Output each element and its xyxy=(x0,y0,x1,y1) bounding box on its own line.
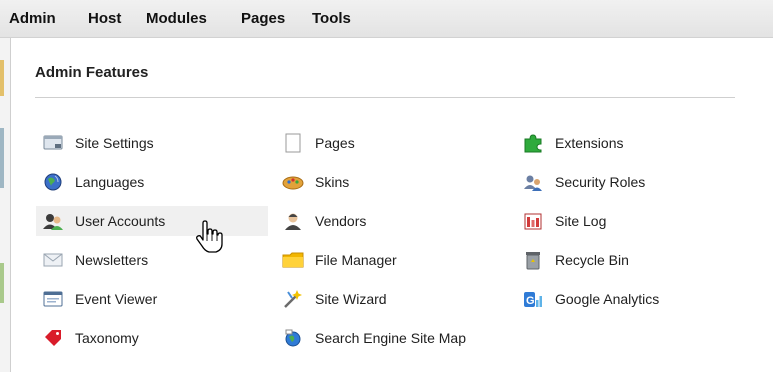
feature-label: Vendors xyxy=(315,213,367,229)
feature-site-settings[interactable]: Site Settings xyxy=(36,128,268,158)
feature-label: Google Analytics xyxy=(555,291,660,307)
admin-features-dropdown xyxy=(10,38,773,372)
event-viewer-icon xyxy=(42,288,64,310)
feature-label: Search Engine Site Map xyxy=(315,330,466,346)
feature-user-accounts[interactable]: User Accounts xyxy=(36,206,268,236)
folder-icon xyxy=(282,249,304,271)
feature-label: Pages xyxy=(315,135,355,151)
feature-label: Site Settings xyxy=(75,135,154,151)
panel-title: Admin Features xyxy=(35,64,149,81)
menu-host[interactable]: Host xyxy=(88,0,121,38)
hand-cursor-icon xyxy=(196,220,223,253)
menu-modules[interactable]: Modules xyxy=(146,0,207,38)
feature-file-manager[interactable]: File Manager xyxy=(276,245,516,275)
languages-globe-icon xyxy=(42,171,64,193)
sitemap-globe-icon xyxy=(282,327,304,349)
feature-google-analytics[interactable]: G Google Analytics xyxy=(516,284,736,314)
feature-recycle-bin[interactable]: Recycle Bin xyxy=(516,245,736,275)
svg-text:G: G xyxy=(526,295,535,307)
background-accent xyxy=(0,60,4,96)
feature-vendors[interactable]: Vendors xyxy=(276,206,516,236)
feature-label: Site Wizard xyxy=(315,291,387,307)
feature-taxonomy[interactable]: Taxonomy xyxy=(36,323,268,353)
security-roles-icon xyxy=(522,171,544,193)
top-menu-bar: Admin Host Modules Pages Tools xyxy=(0,0,773,38)
background-accent xyxy=(0,263,4,303)
feature-site-wizard[interactable]: Site Wizard xyxy=(276,284,516,314)
feature-label: User Accounts xyxy=(75,213,166,229)
user-accounts-icon xyxy=(42,210,64,232)
feature-security-roles[interactable]: Security Roles xyxy=(516,167,736,197)
feature-skins[interactable]: Skins xyxy=(276,167,516,197)
background-page-edge xyxy=(0,38,10,372)
envelope-icon xyxy=(42,249,64,271)
puzzle-piece-icon xyxy=(522,132,544,154)
palette-icon xyxy=(282,171,304,193)
feature-site-log[interactable]: Site Log xyxy=(516,206,736,236)
feature-extensions[interactable]: Extensions xyxy=(516,128,736,158)
feature-newsletters[interactable]: Newsletters xyxy=(36,245,268,275)
feature-languages[interactable]: Languages xyxy=(36,167,268,197)
feature-label: Extensions xyxy=(555,135,624,151)
feature-event-viewer[interactable]: Event Viewer xyxy=(36,284,268,314)
tag-icon xyxy=(42,327,64,349)
vendors-icon xyxy=(282,210,304,232)
feature-label: Skins xyxy=(315,174,350,190)
menu-tools[interactable]: Tools xyxy=(312,0,351,38)
panel-divider xyxy=(35,97,735,98)
site-settings-icon xyxy=(42,132,64,154)
menu-admin[interactable]: Admin xyxy=(9,0,56,38)
page-icon xyxy=(282,132,304,154)
feature-label: Security Roles xyxy=(555,174,646,190)
feature-label: Taxonomy xyxy=(75,330,139,346)
feature-label: Languages xyxy=(75,174,145,190)
site-log-icon xyxy=(522,210,544,232)
feature-label: Newsletters xyxy=(75,252,149,268)
feature-search-engine-site-map[interactable]: Search Engine Site Map xyxy=(276,323,516,353)
feature-label: Recycle Bin xyxy=(555,252,629,268)
google-analytics-icon: G xyxy=(522,288,544,310)
background-accent xyxy=(0,128,4,188)
feature-label: File Manager xyxy=(315,252,397,268)
wizard-wand-icon xyxy=(282,288,304,310)
recycle-bin-icon xyxy=(522,249,544,271)
feature-pages[interactable]: Pages xyxy=(276,128,516,158)
feature-label: Event Viewer xyxy=(75,291,158,307)
menu-pages[interactable]: Pages xyxy=(241,0,285,38)
feature-label: Site Log xyxy=(555,213,607,229)
